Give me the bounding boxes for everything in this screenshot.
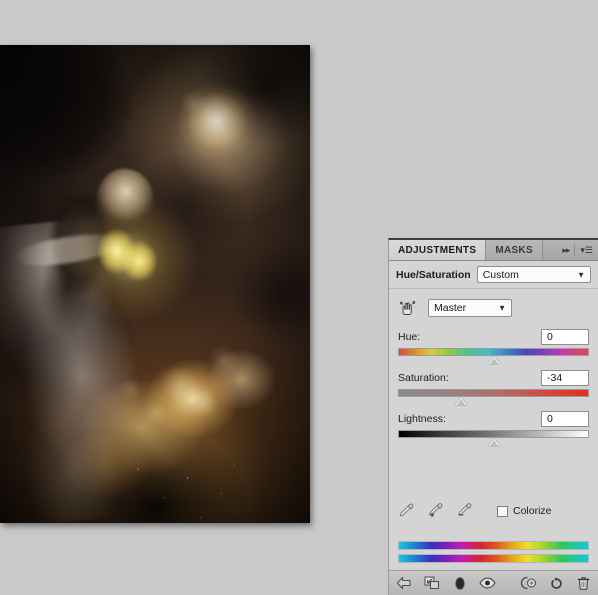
desktop-background: ADJUSTMENTS MASKS ▸▸ ▾☰ Hue/Saturation C… — [0, 0, 598, 595]
eye-icon[interactable] — [479, 575, 496, 592]
clip-to-layer-icon[interactable] — [424, 575, 440, 592]
trash-icon[interactable] — [576, 575, 591, 592]
eyedropper-tools-row: Colorize — [389, 502, 598, 520]
preset-row: Hue/Saturation Custom ▼ — [389, 261, 598, 289]
hue-slider-group: Hue: 0 — [389, 329, 598, 365]
saturation-value-input[interactable]: -34 — [541, 370, 589, 386]
hue-track-wrap[interactable] — [398, 348, 589, 365]
panel-menu-icon[interactable]: ▾☰ — [580, 245, 593, 255]
channel-row: Master ▼ — [389, 289, 598, 324]
artwork-image[interactable] — [0, 45, 310, 523]
eyedropper-minus-icon[interactable] — [456, 502, 474, 520]
preset-select-value: Custom — [482, 268, 519, 281]
colorize-checkbox-group[interactable]: Colorize — [497, 505, 552, 517]
lightness-value: 0 — [547, 413, 553, 425]
reset-circular-arrow-icon[interactable] — [549, 575, 564, 592]
document-window[interactable] — [0, 45, 310, 523]
previous-state-icon[interactable] — [520, 575, 537, 592]
chevron-down-icon: ▼ — [498, 303, 506, 313]
hue-value-input[interactable]: 0 — [541, 329, 589, 345]
lightness-track-wrap[interactable] — [398, 430, 589, 447]
spectrum-bars — [398, 541, 589, 565]
lightness-slider-group: Lightness: 0 — [389, 411, 598, 447]
eyedropper-plus-icon[interactable] — [427, 502, 445, 520]
lightness-value-input[interactable]: 0 — [541, 411, 589, 427]
preset-select[interactable]: Custom ▼ — [476, 266, 591, 283]
panel-tab-strip: ADJUSTMENTS MASKS ▸▸ ▾☰ — [389, 240, 598, 261]
vignette-overlay — [0, 45, 310, 523]
lightness-track[interactable] — [398, 430, 589, 438]
saturation-slider-group: Saturation: -34 — [389, 370, 598, 406]
saturation-value: -34 — [547, 372, 563, 384]
saturation-track-wrap[interactable] — [398, 389, 589, 406]
lightness-slider-header: Lightness: 0 — [398, 411, 589, 427]
hue-slider-thumb[interactable] — [487, 356, 500, 364]
saturation-track[interactable] — [398, 389, 589, 397]
saturation-slider-thumb[interactable] — [455, 397, 468, 405]
tab-masks[interactable]: MASKS — [486, 240, 543, 260]
panel-footer-toolbar — [389, 570, 598, 595]
scrubby-hand-icon[interactable] — [398, 298, 418, 318]
back-arrow-icon[interactable] — [396, 575, 412, 592]
colorize-label: Colorize — [513, 505, 552, 517]
tab-adjustments[interactable]: ADJUSTMENTS — [389, 240, 487, 260]
double-chevron-right-icon[interactable]: ▸▸ — [562, 245, 570, 255]
spectrum-bar-original — [398, 541, 589, 550]
colorize-checkbox[interactable] — [497, 505, 508, 517]
saturation-label: Saturation: — [398, 372, 449, 384]
lightness-label: Lightness: — [398, 413, 446, 425]
hue-label: Hue: — [398, 331, 421, 343]
saturation-slider-header: Saturation: -34 — [398, 370, 589, 386]
panel-tab-controls: ▸▸ ▾☰ — [556, 240, 598, 260]
adjustments-panel[interactable]: ADJUSTMENTS MASKS ▸▸ ▾☰ Hue/Saturation C… — [388, 238, 598, 595]
channel-select[interactable]: Master ▼ — [428, 299, 512, 317]
lightness-slider-thumb[interactable] — [487, 438, 500, 446]
hue-track[interactable] — [398, 348, 589, 356]
eyedropper-icon[interactable] — [398, 502, 416, 520]
adjustment-title: Hue/Saturation — [396, 268, 471, 281]
chevron-down-icon: ▼ — [577, 270, 585, 279]
tab-strip-filler — [542, 240, 557, 260]
hue-slider-header: Hue: 0 — [398, 329, 589, 345]
tab-control-divider — [574, 244, 576, 256]
mask-circle-icon[interactable] — [452, 575, 467, 592]
spectrum-bar-adjusted — [398, 554, 589, 563]
hue-value: 0 — [547, 331, 553, 343]
channel-select-value: Master — [434, 302, 467, 314]
